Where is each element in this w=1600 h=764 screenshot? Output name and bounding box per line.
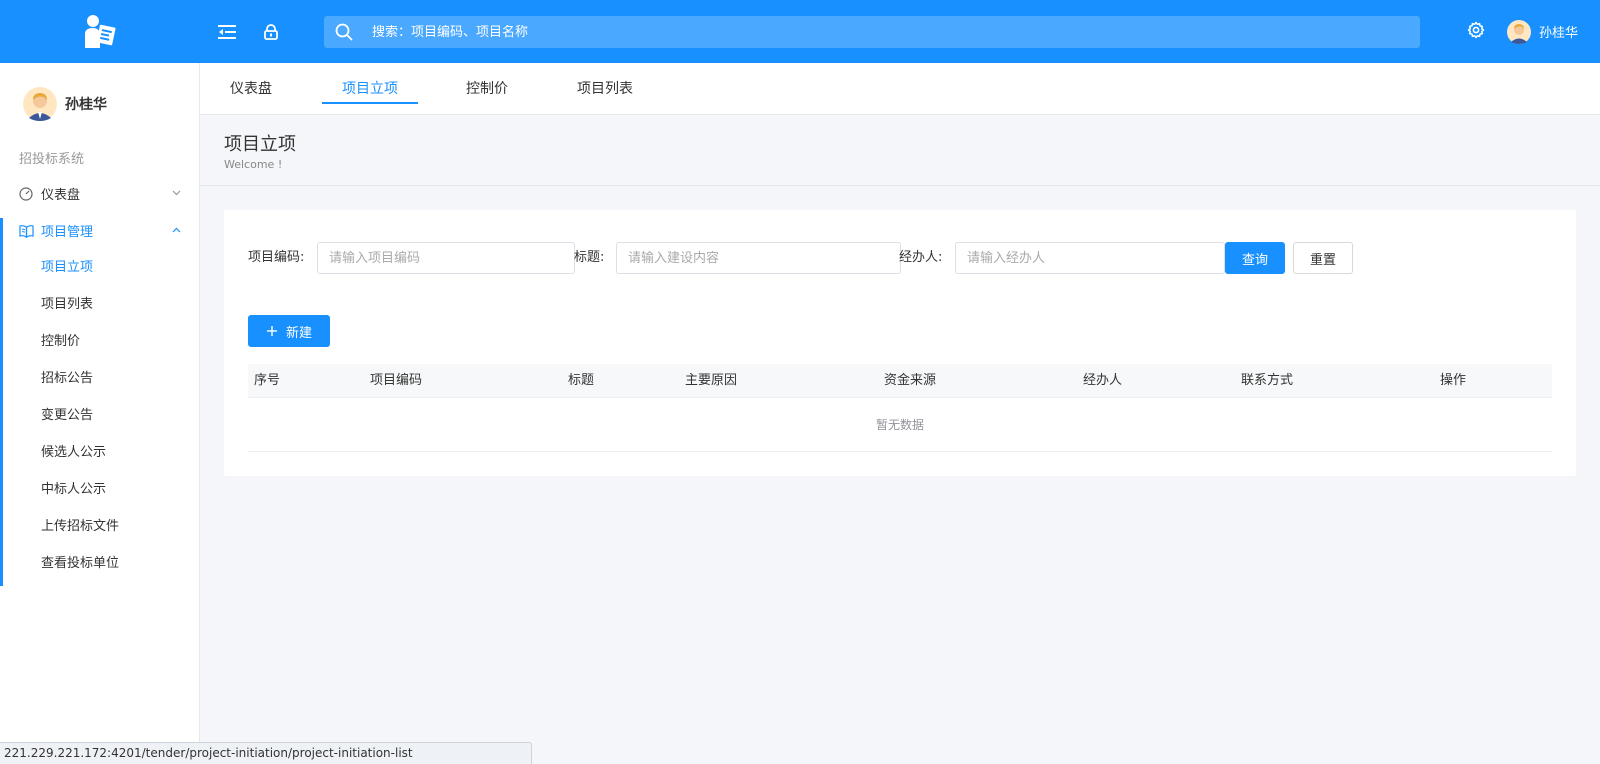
- sidebar-subitem-tender-notice[interactable]: 招标公告: [0, 360, 199, 397]
- project-code-label: 项目编码:: [248, 250, 305, 265]
- page-title: 项目立项: [224, 134, 296, 155]
- sidebar-avatar: [23, 87, 57, 121]
- menu-fold-icon[interactable]: [212, 17, 242, 47]
- new-button-label: 新建: [285, 325, 312, 341]
- header-avatar: [1506, 19, 1531, 44]
- tab-project-list[interactable]: 项目列表: [572, 63, 638, 115]
- column-header: 主要原因: [685, 373, 738, 388]
- title-label: 标题:: [574, 250, 605, 265]
- sidebar-item-label: 项目管理: [41, 225, 94, 240]
- sidebar-user-name: 孙桂华: [65, 97, 107, 113]
- column-header: 联系方式: [1241, 373, 1294, 388]
- sidebar-submenu: 项目立项 项目列表 控制价 招标公告 变更公告 候选人公示 中标人公示 上传招标…: [0, 249, 199, 582]
- sidebar-subitem-candidate-notice[interactable]: 候选人公示: [0, 434, 199, 471]
- global-search-bar[interactable]: [324, 16, 1420, 48]
- book-icon: [19, 224, 35, 238]
- logo-icon: [85, 14, 116, 48]
- header-user-menu[interactable]: 孙桂华: [1506, 19, 1578, 44]
- column-header: 项目编码: [370, 373, 423, 388]
- sidebar-item-project-management[interactable]: 项目管理: [0, 212, 199, 249]
- sidebar-subitem-project-initiation[interactable]: 项目立项: [0, 249, 199, 286]
- dashboard-icon: [19, 186, 35, 201]
- tab-project-initiation[interactable]: 项目立项: [322, 63, 418, 115]
- handler-label: 经办人:: [899, 250, 943, 265]
- header-user-name: 孙桂华: [1538, 26, 1578, 41]
- sidebar: 孙桂华 招投标系统 仪表盘 项目管理 项目立项 项目列表 控制价 招标公告 变更…: [0, 63, 200, 764]
- sidebar-subitem-upload-tender-file[interactable]: 上传招标文件: [0, 508, 199, 545]
- page-header: 项目立项 Welcome !: [200, 116, 1600, 186]
- sidebar-subitem-winner-notice[interactable]: 中标人公示: [0, 471, 199, 508]
- top-header: 孙桂华: [0, 0, 1600, 63]
- project-table: 序号 项目编码 标题 主要原因 资金来源 经办人 联系方式 操作 暂无数据: [248, 364, 1552, 452]
- plus-icon: [266, 325, 278, 337]
- sidebar-active-indicator: [0, 218, 3, 586]
- sidebar-item-label: 仪表盘: [41, 188, 81, 203]
- title-input[interactable]: [616, 242, 901, 274]
- project-code-input[interactable]: [317, 242, 575, 274]
- page-subtitle: Welcome !: [224, 158, 283, 171]
- column-header: 资金来源: [884, 373, 937, 388]
- table-header: 序号 项目编码 标题 主要原因 资金来源 经办人 联系方式 操作: [248, 364, 1552, 398]
- table-empty-message: 暂无数据: [248, 398, 1552, 452]
- new-button[interactable]: 新建: [248, 315, 330, 347]
- global-search-input[interactable]: [364, 24, 1420, 40]
- search-icon[interactable]: [324, 23, 364, 41]
- app-logo[interactable]: [0, 0, 200, 63]
- tab-bar: 仪表盘 项目立项 控制价 项目列表: [200, 63, 1600, 115]
- tab-control-price[interactable]: 控制价: [458, 63, 516, 115]
- settings-gear-icon[interactable]: [1467, 21, 1485, 43]
- lock-icon[interactable]: [256, 17, 286, 47]
- sidebar-group-title: 招投标系统: [19, 152, 85, 167]
- sidebar-subitem-change-notice[interactable]: 变更公告: [0, 397, 199, 434]
- column-header: 操作: [1440, 373, 1467, 388]
- column-header: 标题: [568, 373, 595, 388]
- content-card: 项目编码: 标题: 经办人: 查询 重置 新建 序号 项目编码 标题 主要原因 …: [224, 210, 1576, 476]
- handler-input[interactable]: [955, 242, 1225, 274]
- sidebar-user[interactable]: 孙桂华: [0, 63, 199, 145]
- query-button[interactable]: 查询: [1225, 242, 1285, 274]
- browser-status-bar: 221.229.221.172:4201/tender/project-init…: [0, 742, 532, 764]
- sidebar-item-dashboard[interactable]: 仪表盘: [0, 175, 199, 212]
- reset-button[interactable]: 重置: [1293, 242, 1353, 274]
- chevron-up-icon: [172, 225, 181, 236]
- column-header: 序号: [254, 373, 281, 388]
- sidebar-subitem-control-price[interactable]: 控制价: [0, 323, 199, 360]
- chevron-down-icon: [172, 188, 181, 199]
- sidebar-subitem-view-bidders[interactable]: 查看投标单位: [0, 545, 199, 582]
- tab-dashboard[interactable]: 仪表盘: [224, 63, 278, 115]
- column-header: 经办人: [1083, 373, 1123, 388]
- active-tab-underline: [322, 102, 418, 104]
- sidebar-subitem-project-list[interactable]: 项目列表: [0, 286, 199, 323]
